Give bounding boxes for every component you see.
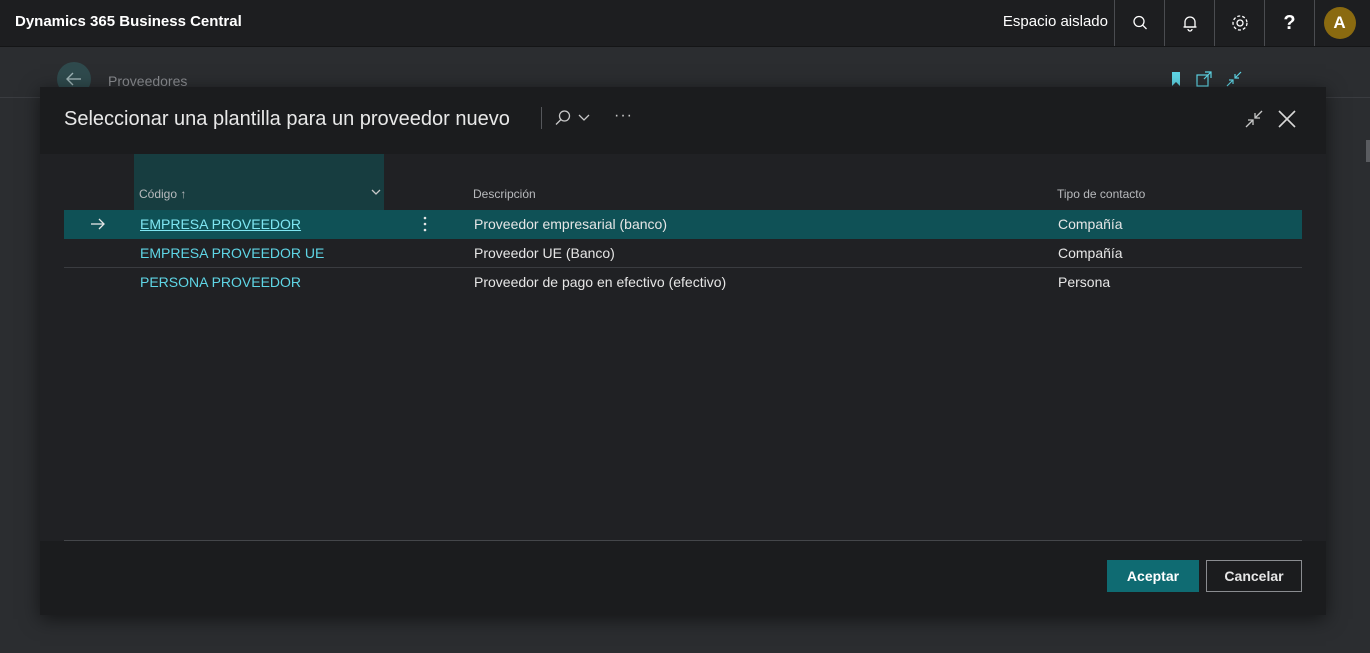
row-contact-type: Compañía: [1058, 245, 1123, 261]
bookmark-icon[interactable]: [1170, 71, 1182, 87]
search-icon: [555, 110, 571, 125]
open-in-new-icon[interactable]: [1196, 71, 1212, 87]
search-button[interactable]: [1114, 0, 1164, 46]
header-divider: [541, 107, 542, 129]
column-headers: Código ↑ Descripción Tipo de contacto: [64, 154, 1302, 210]
arrow-right-icon: [91, 218, 105, 230]
gear-icon: [1231, 15, 1248, 31]
chevron-down-icon[interactable]: [370, 186, 382, 198]
help-icon: ?: [1283, 11, 1296, 34]
help-button[interactable]: ?: [1264, 0, 1314, 46]
dialog-footer: Aceptar Cancelar: [40, 541, 1326, 615]
row-description: Proveedor de pago en efectivo (efectivo): [474, 274, 727, 290]
row-menu-icon[interactable]: [422, 214, 428, 234]
back-icon: [66, 72, 81, 86]
page-scrollbar[interactable]: [1366, 140, 1370, 162]
row-code-link[interactable]: PERSONA PROVEEDOR: [140, 274, 301, 290]
ok-button[interactable]: Aceptar: [1107, 560, 1199, 592]
top-bar: Dynamics 365 Business Central Espacio ai…: [0, 0, 1370, 47]
template-list: Código ↑ Descripción Tipo de contacto EM…: [64, 154, 1302, 296]
template-dialog: Seleccionar una plantilla para un provee…: [40, 87, 1326, 615]
collapse-icon[interactable]: [1244, 109, 1264, 129]
notifications-button[interactable]: [1164, 0, 1214, 46]
row-code-link[interactable]: EMPRESA PROVEEDOR UE: [140, 245, 324, 261]
row-description: Proveedor empresarial (banco): [474, 216, 667, 232]
dialog-header: Seleccionar una plantilla para un provee…: [40, 87, 1326, 154]
header-contact-type[interactable]: Tipo de contacto: [1057, 187, 1145, 201]
close-icon[interactable]: [1276, 108, 1298, 130]
dialog-title: Seleccionar una plantilla para un provee…: [64, 108, 510, 130]
row-contact-type: Compañía: [1058, 216, 1123, 232]
collapse-icon[interactable]: [1226, 71, 1242, 87]
avatar: A: [1323, 7, 1356, 39]
app-title[interactable]: Dynamics 365 Business Central: [15, 13, 242, 30]
settings-button[interactable]: [1214, 0, 1264, 46]
table-row[interactable]: EMPRESA PROVEEDOR Proveedor empresarial …: [64, 210, 1302, 239]
row-description: Proveedor UE (Banco): [474, 245, 615, 261]
cancel-button[interactable]: Cancelar: [1206, 560, 1302, 592]
bell-icon: [1183, 16, 1196, 32]
chevron-down-icon: [578, 114, 590, 121]
search-toggle-button[interactable]: [554, 108, 594, 128]
background-page-actions: [1170, 71, 1242, 87]
code-column-header[interactable]: [134, 154, 384, 210]
more-options-button[interactable]: ···: [614, 107, 633, 125]
header-code[interactable]: Código ↑: [139, 187, 186, 201]
search-icon: [1132, 15, 1147, 30]
account-button[interactable]: A: [1314, 0, 1364, 46]
row-contact-type: Persona: [1058, 274, 1111, 290]
header-description[interactable]: Descripción: [473, 187, 536, 201]
table-row[interactable]: PERSONA PROVEEDOR Proveedor de pago en e…: [64, 268, 1302, 296]
top-icon-bar: ? A: [1114, 0, 1364, 46]
environment-label: Espacio aislado: [1002, 13, 1108, 30]
table-row[interactable]: EMPRESA PROVEEDOR UE Proveedor UE (Banco…: [64, 239, 1302, 268]
row-code-link[interactable]: EMPRESA PROVEEDOR: [140, 216, 301, 232]
